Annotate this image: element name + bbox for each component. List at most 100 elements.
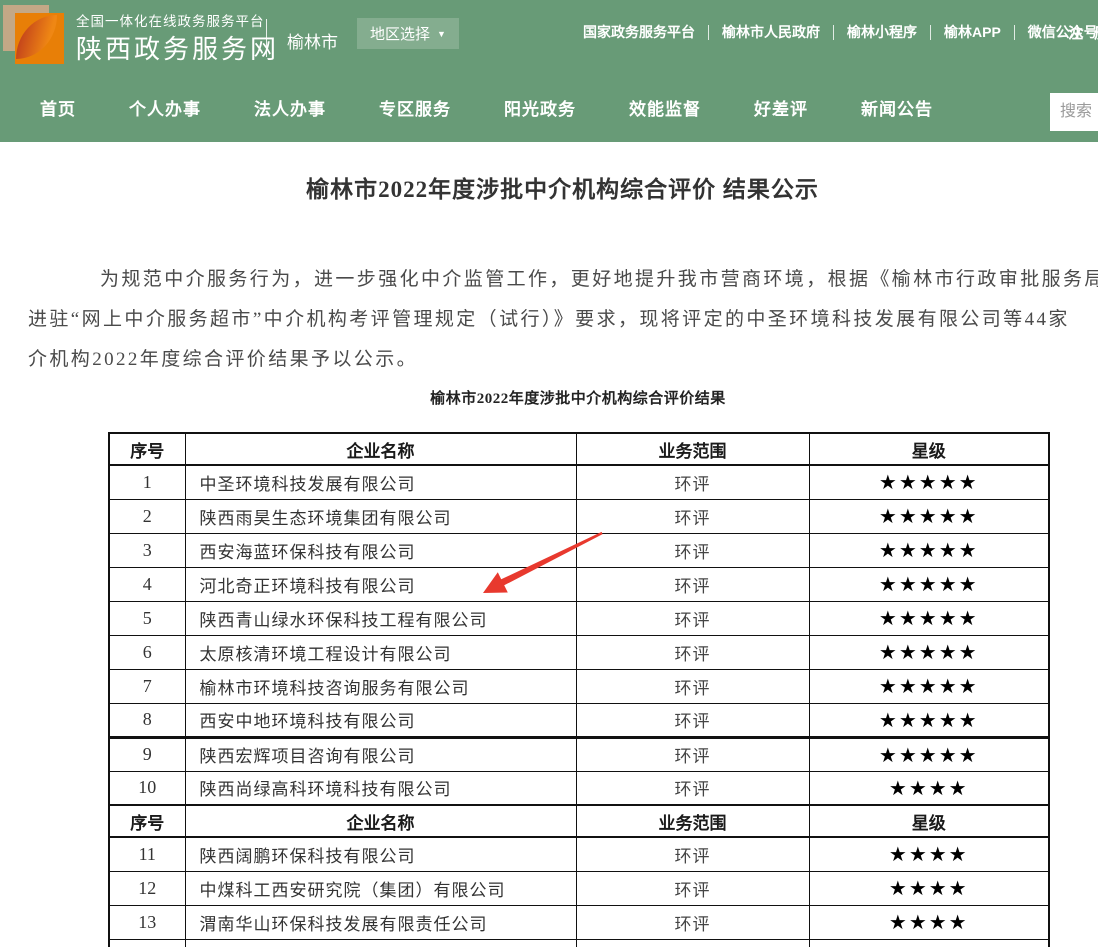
cell-stars: ★★★★★	[809, 703, 1049, 737]
cell-no: 7	[109, 669, 185, 703]
cell-stars: ★★★★★	[809, 669, 1049, 703]
table-row: 2陕西雨昊生态环境集团有限公司环评★★★★★	[109, 499, 1049, 533]
announcement-document: 榆林市2022年度涉批中介机构综合评价 结果公示 为规范中介服务行为，进一步强化…	[0, 142, 1098, 947]
header-quick-links: 国家政务服务平台榆林市人民政府榆林小程序榆林APP微信公众号	[570, 22, 1098, 42]
cell-scope: 环评	[576, 465, 809, 499]
nav-item-1[interactable]: 个人办事	[129, 95, 201, 120]
column-header: 序号	[109, 433, 185, 465]
cell-scope	[576, 939, 809, 947]
cell-stars: ★★★★★	[809, 737, 1049, 771]
header-link-2[interactable]: 榆林小程序	[834, 22, 930, 42]
cell-stars: ★★★★★	[809, 635, 1049, 669]
table-row: 8西安中地环境科技有限公司环评★★★★★	[109, 703, 1049, 737]
column-header: 业务范围	[576, 805, 809, 837]
cell-stars: ★★★★★	[809, 567, 1049, 601]
cell-stars: ★★★★	[809, 837, 1049, 871]
nav-item-5[interactable]: 效能监督	[629, 95, 701, 120]
table-header-row: 序号企业名称业务范围星级	[109, 433, 1049, 465]
cell-no: 3	[109, 533, 185, 567]
table-row	[109, 939, 1049, 947]
cell-name: 河北奇正环境科技有限公司	[185, 567, 576, 601]
cell-scope: 环评	[576, 871, 809, 905]
cell-scope: 环评	[576, 737, 809, 771]
cell-name: 中圣环境科技发展有限公司	[185, 465, 576, 499]
cell-stars: ★★★★★	[809, 465, 1049, 499]
search-input[interactable]	[1050, 93, 1098, 131]
register-link[interactable]: 注册	[1068, 22, 1098, 43]
cell-name: 西安中地环境科技有限公司	[185, 703, 576, 737]
cell-scope: 环评	[576, 635, 809, 669]
cell-stars: ★★★★★	[809, 601, 1049, 635]
site-logo[interactable]	[3, 5, 65, 65]
cell-name: 太原核清环境工程设计有限公司	[185, 635, 576, 669]
table-header-row: 序号企业名称业务范围星级	[109, 805, 1049, 837]
nav-item-3[interactable]: 专区服务	[379, 95, 451, 120]
nav-item-7[interactable]: 新闻公告	[861, 95, 933, 120]
cell-name: 榆林市环境科技咨询服务有限公司	[185, 669, 576, 703]
nav-item-6[interactable]: 好差评	[754, 95, 808, 120]
header-link-0[interactable]: 国家政务服务平台	[570, 22, 708, 42]
nav-item-4[interactable]: 阳光政务	[504, 95, 576, 120]
evaluation-results-table: 序号企业名称业务范围星级1中圣环境科技发展有限公司环评★★★★★2陕西雨昊生态环…	[108, 432, 1050, 947]
cell-no: 12	[109, 871, 185, 905]
cell-no: 10	[109, 771, 185, 805]
cell-name	[185, 939, 576, 947]
cell-scope: 环评	[576, 499, 809, 533]
cell-no: 4	[109, 567, 185, 601]
column-header: 企业名称	[185, 433, 576, 465]
cell-no: 13	[109, 905, 185, 939]
column-header: 星级	[809, 433, 1049, 465]
cell-no: 8	[109, 703, 185, 737]
cell-stars: ★★★★	[809, 871, 1049, 905]
cell-no: 2	[109, 499, 185, 533]
paragraph-line-2: 进驻“网上中介服务超市”中介机构考评管理规定（试行）》要求，现将评定的中圣环境科…	[28, 300, 1098, 340]
paragraph-line-3: 介机构2022年度综合评价结果予以公示。	[28, 340, 1098, 380]
cell-scope: 环评	[576, 703, 809, 737]
header-link-3[interactable]: 榆林APP	[931, 22, 1014, 42]
region-selector-label: 地区选择	[370, 23, 430, 44]
cell-no: 5	[109, 601, 185, 635]
announcement-paragraph: 为规范中介服务行为，进一步强化中介监管工作，更好地提升我市营商环境，根据《榆林市…	[28, 260, 1098, 380]
cell-name: 渭南华山环保科技发展有限责任公司	[185, 905, 576, 939]
brand-divider	[266, 19, 267, 57]
table-row: 4河北奇正环境科技有限公司环评★★★★★	[109, 567, 1049, 601]
cell-no: 1	[109, 465, 185, 499]
region-selector-button[interactable]: 地区选择 ▼	[357, 18, 459, 49]
cell-name: 中煤科工西安研究院（集团）有限公司	[185, 871, 576, 905]
table-row: 11陕西阔鹏环保科技有限公司环评★★★★	[109, 837, 1049, 871]
cell-scope: 环评	[576, 601, 809, 635]
cell-stars	[809, 939, 1049, 947]
results-tbody: 序号企业名称业务范围星级1中圣环境科技发展有限公司环评★★★★★2陕西雨昊生态环…	[109, 433, 1049, 947]
nav-item-0[interactable]: 首页	[40, 95, 76, 120]
cell-scope: 环评	[576, 905, 809, 939]
cell-name: 西安海蓝环保科技有限公司	[185, 533, 576, 567]
table-row: 3西安海蓝环保科技有限公司环评★★★★★	[109, 533, 1049, 567]
site-header: 全国一体化在线政务服务平台 陕西政务服务网 榆林市 地区选择 ▼ 国家政务服务平…	[0, 0, 1098, 142]
cell-no: 9	[109, 737, 185, 771]
column-header: 星级	[809, 805, 1049, 837]
table-row: 10陕西尚绿高科环境科技有限公司环评★★★★	[109, 771, 1049, 805]
cell-name: 陕西阔鹏环保科技有限公司	[185, 837, 576, 871]
table-row: 9陕西宏辉项目咨询有限公司环评★★★★★	[109, 737, 1049, 771]
cell-scope: 环评	[576, 771, 809, 805]
cell-stars: ★★★★★	[809, 499, 1049, 533]
nav-item-2[interactable]: 法人办事	[254, 95, 326, 120]
column-header: 业务范围	[576, 433, 809, 465]
paragraph-line-1: 为规范中介服务行为，进一步强化中介监管工作，更好地提升我市营商环境，根据《榆林市…	[28, 260, 1098, 300]
table-row: 5陕西青山绿水环保科技工程有限公司环评★★★★★	[109, 601, 1049, 635]
current-city-label: 榆林市	[287, 28, 338, 53]
header-link-1[interactable]: 榆林市人民政府	[709, 22, 833, 42]
cell-scope: 环评	[576, 567, 809, 601]
table-row: 7榆林市环境科技咨询服务有限公司环评★★★★★	[109, 669, 1049, 703]
table-row: 13渭南华山环保科技发展有限责任公司环评★★★★	[109, 905, 1049, 939]
cell-no	[109, 939, 185, 947]
cell-stars: ★★★★★	[809, 533, 1049, 567]
cell-no: 6	[109, 635, 185, 669]
platform-label: 全国一体化在线政务服务平台	[76, 10, 265, 30]
cell-scope: 环评	[576, 533, 809, 567]
cell-no: 11	[109, 837, 185, 871]
column-header: 企业名称	[185, 805, 576, 837]
table-row: 6太原核清环境工程设计有限公司环评★★★★★	[109, 635, 1049, 669]
table-row: 12中煤科工西安研究院（集团）有限公司环评★★★★	[109, 871, 1049, 905]
column-header: 序号	[109, 805, 185, 837]
